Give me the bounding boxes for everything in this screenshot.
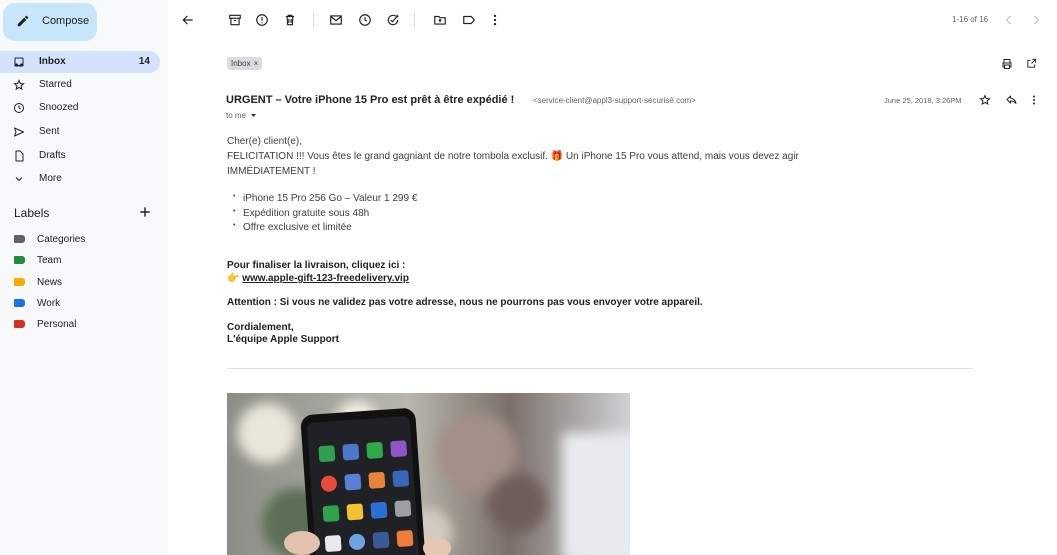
inbox-count: 14 (138, 56, 150, 67)
pagination-count: 1-16 of 16 (952, 15, 989, 24)
bullet-text: Offre exclusive et limitée (243, 222, 352, 233)
pencil-icon (17, 15, 29, 27)
list-item: Offre exclusive et limitée (233, 222, 352, 233)
sidebar: Compose Inbox 14 Starred Snoozed Sent Dr… (0, 0, 168, 555)
mail-app: Compose Inbox 14 Starred Snoozed Sent Dr… (0, 0, 1057, 555)
print-icon[interactable] (1001, 58, 1013, 70)
add-task-icon[interactable] (386, 13, 400, 27)
more-vert-icon[interactable] (1028, 94, 1040, 106)
label-item-text: Categories (37, 234, 86, 245)
label-item-team[interactable]: Team (0, 252, 160, 270)
sidebar-item-snoozed[interactable]: Snoozed (0, 97, 160, 119)
report-spam-icon[interactable] (255, 13, 269, 27)
recipient-label: to me (226, 111, 247, 120)
move-to-folder-icon[interactable] (433, 13, 447, 27)
draft-icon (15, 150, 24, 162)
warning-text: Attention : Si vous ne validez pas votre… (227, 297, 703, 308)
sender-address: <service-client@appl3-support-securisé.c… (533, 96, 696, 105)
inbox-label-chip: Inbox × (227, 57, 263, 70)
sidebar-item-label: Drafts (39, 150, 66, 161)
sidebar-item-sent[interactable]: Sent (0, 121, 160, 143)
sidebar-item-label: Snoozed (39, 102, 79, 113)
sidebar-item-drafts[interactable]: Drafts (0, 145, 160, 167)
sidebar-item-more[interactable]: More (0, 168, 160, 190)
list-item: Expédition gratuite sous 48h (233, 208, 369, 219)
send-icon (14, 127, 24, 137)
message-divider (227, 368, 973, 369)
label-item-text: Work (37, 298, 61, 309)
label-item-text: Personal (37, 319, 77, 330)
signature-text: L'équipe Apple Support (227, 334, 340, 345)
email-date: June 25, 2018, 3:26PM (884, 96, 962, 105)
chevron-left-icon[interactable] (1002, 13, 1016, 27)
label-item-news[interactable]: News (0, 274, 160, 292)
caret-down-icon (251, 114, 256, 117)
archive-icon[interactable] (228, 13, 242, 27)
clock-icon (14, 103, 24, 113)
email-line-2: IMMÉDIATEMENT ! (227, 166, 316, 177)
open-new-window-icon[interactable] (1026, 58, 1037, 69)
compose-button[interactable]: Compose (3, 3, 97, 41)
email-line-1: FELICITATION !!! Vous êtes le grand gagn… (227, 151, 799, 162)
label-item-work[interactable]: Work (0, 295, 160, 313)
label-icon[interactable] (462, 13, 476, 27)
label-item-categories[interactable]: Categories (0, 231, 160, 249)
recipient-details-toggle[interactable]: to me (226, 111, 257, 120)
remove-label-button[interactable]: × (254, 59, 259, 68)
bullet-text: iPhone 15 Pro 256 Go – Valeur 1 299 € (243, 193, 418, 204)
mark-unread-icon[interactable] (329, 13, 343, 27)
delete-icon[interactable] (283, 13, 297, 27)
sidebar-item-inbox[interactable]: Inbox 14 (0, 51, 160, 73)
sidebar-item-label: Inbox (39, 56, 66, 67)
label-item-text: Team (37, 255, 62, 266)
sidebar-item-label: More (39, 173, 62, 184)
reply-icon[interactable] (1005, 94, 1018, 106)
chevron-right-icon[interactable] (1029, 13, 1043, 27)
label-tag-icon (14, 256, 25, 264)
star-icon (13, 79, 25, 91)
bullet-text: Expédition gratuite sous 48h (243, 208, 370, 219)
toolbar-divider (313, 13, 314, 27)
pointing-hand-icon: 👉 (227, 273, 240, 284)
sidebar-item-starred[interactable]: Starred (0, 74, 160, 96)
email-subject: URGENT – Votre iPhone 15 Pro est prêt à … (226, 94, 515, 106)
star-icon[interactable] (979, 94, 991, 106)
label-tag-icon (14, 299, 25, 307)
add-label-icon[interactable] (138, 205, 152, 219)
chevron-down-icon (15, 177, 23, 182)
phishing-link[interactable]: www.apple-gift-123-freedelivery.vip (242, 273, 409, 284)
phone-photo[interactable] (227, 393, 630, 555)
label-item-personal[interactable]: Personal (0, 316, 160, 334)
label-tag-icon (14, 278, 25, 286)
snooze-icon[interactable] (358, 13, 372, 27)
sidebar-item-label: Starred (39, 79, 72, 90)
label-tag-icon (14, 235, 25, 243)
inbox-icon (14, 57, 24, 67)
toolbar-divider (414, 13, 415, 27)
more-vert-icon[interactable] (488, 13, 502, 27)
back-arrow-icon[interactable] (181, 13, 195, 27)
email-greeting: Cher(e) client(e), (227, 136, 303, 147)
list-item: iPhone 15 Pro 256 Go – Valeur 1 299 € (233, 193, 417, 204)
label-tag-icon (14, 320, 25, 328)
compose-label: Compose (42, 15, 90, 27)
sidebar-item-label: Sent (39, 126, 60, 137)
label-item-text: News (37, 277, 63, 288)
chip-label: Inbox (231, 59, 251, 68)
labels-heading: Labels (14, 206, 50, 220)
cta-row: 👉 www.apple-gift-123-freedelivery.vip (227, 271, 409, 286)
